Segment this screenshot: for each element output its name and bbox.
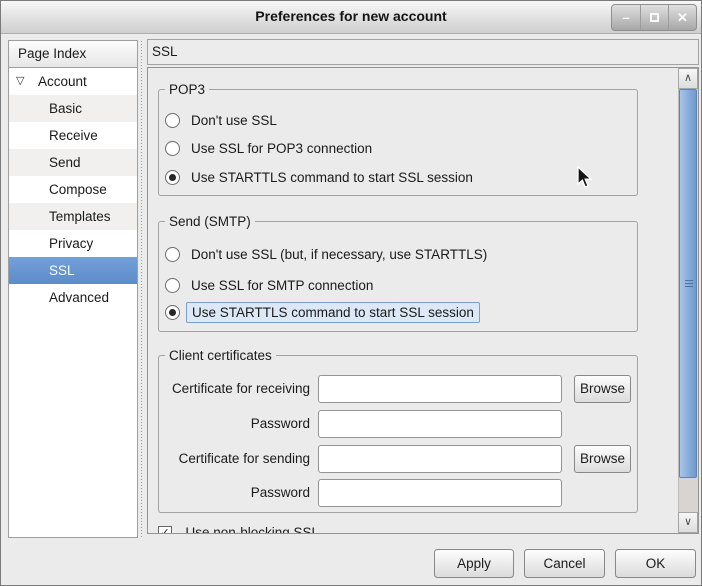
password-receiving-label: Password [159,410,310,438]
smtp-radio-dont-use-ssl[interactable]: Don't use SSL (but, if necessary, use ST… [165,243,487,266]
tree-item-advanced[interactable]: Advanced [9,284,137,311]
smtp-group: Send (SMTP) Don't use SSL (but, if neces… [158,221,638,332]
apply-button[interactable]: Apply [434,549,514,578]
smtp-radio-starttls[interactable]: Use STARTTLS command to start SSL sessio… [165,301,480,324]
pop3-radio-starttls[interactable]: Use STARTTLS command to start SSL sessio… [165,166,473,189]
vertical-scrollbar: ∧ ∨ [678,68,698,533]
tree-item-ssl[interactable]: SSL [9,257,137,284]
radio-icon[interactable] [165,141,180,156]
tree-item-label: Account [38,74,87,89]
password-receiving-row: Password [159,410,637,438]
password-sending-input[interactable] [318,479,562,507]
certificate-receiving-row: Certificate for receiving Browse [159,375,637,403]
minimize-button[interactable]: – [612,5,640,30]
tree-item-receive[interactable]: Receive [9,122,137,149]
radio-selected-icon[interactable] [165,170,180,185]
minimize-icon: – [622,10,629,25]
scrollbar-thumb[interactable] [679,89,697,478]
certificate-sending-label: Certificate for sending [159,445,310,473]
scroll-up-button[interactable]: ∧ [678,68,698,89]
chevron-expanded-icon[interactable]: ▽ [16,68,24,95]
chevron-up-icon: ∧ [684,72,692,84]
checkbox-checked-icon[interactable]: ✓ [158,526,172,533]
radio-label[interactable]: Use STARTTLS command to start SSL sessio… [191,170,473,185]
certificate-receiving-input[interactable] [318,375,562,403]
tree-item-label: Send [49,155,81,170]
radio-label[interactable]: Use SSL for POP3 connection [191,141,372,156]
radio-selected-icon[interactable] [165,305,180,320]
radio-label[interactable]: Don't use SSL (but, if necessary, use ST… [191,247,487,262]
scrollbar-grip-icon [685,280,693,288]
tree-item-templates[interactable]: Templates [9,203,137,230]
browse-receiving-button[interactable]: Browse [574,375,631,403]
tree-item-account[interactable]: ▽ Account [9,68,137,95]
chevron-down-icon: ∨ [684,516,692,528]
tree-item-privacy[interactable]: Privacy [9,230,137,257]
pane-resize-handle[interactable] [140,40,143,537]
browse-sending-button[interactable]: Browse [574,445,631,473]
radio-label-focused[interactable]: Use STARTTLS command to start SSL sessio… [186,302,480,323]
page-title: SSL [147,39,699,65]
checkbox-label[interactable]: Use non-blocking SSL [185,525,319,533]
tree-item-label: Templates [49,209,111,224]
scroll-down-button[interactable]: ∨ [678,512,698,533]
tree-item-label: Advanced [49,290,109,305]
ok-button[interactable]: OK [615,549,696,578]
tree-item-label: SSL [49,263,75,278]
client-certificates-legend: Client certificates [165,347,276,364]
password-receiving-input[interactable] [318,410,562,438]
radio-icon[interactable] [165,113,180,128]
radio-label[interactable]: Use SSL for SMTP connection [191,278,373,293]
tree-item-basic[interactable]: Basic [9,95,137,122]
page-index-header[interactable]: Page Index [8,40,138,68]
pop3-radio-use-ssl[interactable]: Use SSL for POP3 connection [165,137,372,160]
smtp-radio-use-ssl[interactable]: Use SSL for SMTP connection [165,274,373,297]
client-certificates-group: Client certificates Certificate for rece… [158,355,638,513]
tree-item-send[interactable]: Send [9,149,137,176]
password-sending-label: Password [159,479,310,507]
tree-item-label: Receive [49,128,98,143]
close-icon: ✕ [677,10,688,25]
radio-icon[interactable] [165,278,180,293]
pop3-radio-dont-use-ssl[interactable]: Don't use SSL [165,109,277,132]
cancel-button[interactable]: Cancel [524,549,605,578]
maximize-button[interactable] [640,5,668,30]
tree-item-label: Compose [49,182,107,197]
certificate-sending-row: Certificate for sending Browse [159,445,637,473]
page-index-tree: ▽ Account Basic Receive Send Compose Tem… [8,67,138,538]
settings-scroll-area: POP3 Don't use SSL Use SSL for POP3 conn… [147,67,699,534]
password-sending-row: Password [159,479,637,507]
smtp-group-legend: Send (SMTP) [165,213,255,230]
window-title: Preferences for new account [1,1,701,32]
certificate-sending-input[interactable] [318,445,562,473]
window-controls: – ✕ [611,4,697,31]
pop3-group: POP3 Don't use SSL Use SSL for POP3 conn… [158,89,638,196]
titlebar[interactable]: Preferences for new account – ✕ [1,1,701,34]
radio-label[interactable]: Don't use SSL [191,113,277,128]
preferences-dialog: Preferences for new account – ✕ Page Ind… [0,0,702,586]
use-non-blocking-ssl-checkbox[interactable]: ✓ Use non-blocking SSL [158,525,478,533]
tree-item-label: Basic [49,101,82,116]
close-button[interactable]: ✕ [668,5,696,30]
maximize-icon [650,13,659,22]
pop3-group-legend: POP3 [165,81,209,98]
tree-item-label: Privacy [49,236,93,251]
certificate-receiving-label: Certificate for receiving [159,375,310,403]
radio-icon[interactable] [165,247,180,262]
tree-item-compose[interactable]: Compose [9,176,137,203]
